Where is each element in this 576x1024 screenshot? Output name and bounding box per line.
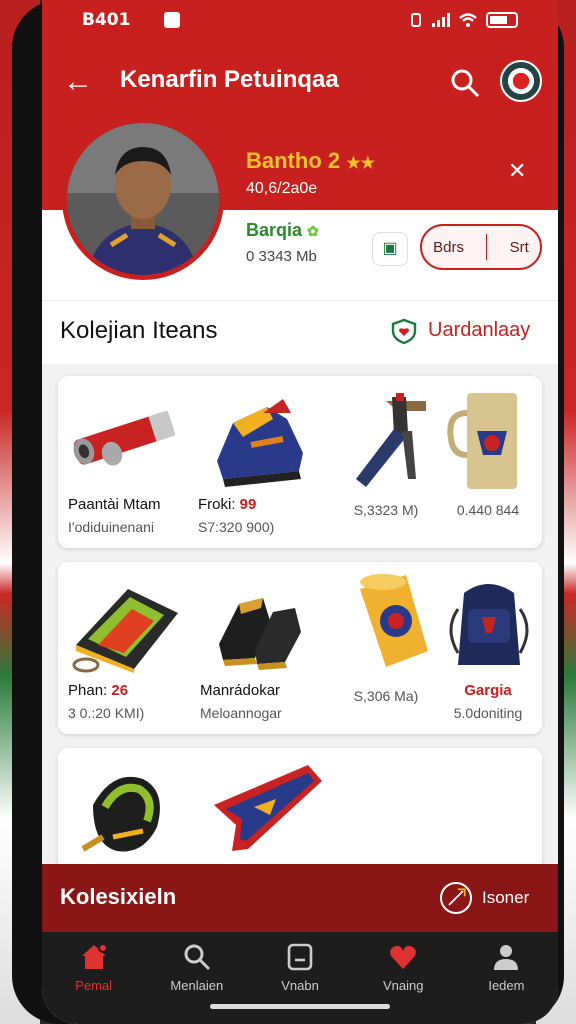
backpack-icon	[449, 584, 529, 665]
item-name-text: Phan:	[68, 682, 112, 699]
vibrate-icon	[411, 13, 421, 27]
pill-left-label[interactable]: Bdrs	[433, 239, 464, 256]
player-subtitle: 40,6/2a0e	[246, 180, 318, 197]
nav-label: Vnabn	[281, 978, 319, 993]
collection-header: Kolejian Iteans Uardanlaay	[42, 300, 558, 364]
item-name: Froki: 99	[198, 496, 318, 513]
item-name: Phan: 26	[68, 682, 188, 699]
item-name: Manrádokar	[200, 682, 281, 699]
list-item[interactable]: Phan: 26 3 0.:20 KMI)	[68, 566, 188, 721]
collection-title: Kolejian Iteans	[60, 317, 218, 344]
wifi-icon	[459, 13, 477, 27]
item-sub: I'odiduinenani	[68, 519, 154, 535]
collection-banner[interactable]: Kolesixieln Isoner	[42, 864, 558, 932]
status-bar: B401	[42, 0, 558, 40]
no-sign-icon	[440, 882, 472, 914]
list-item[interactable]: S,3323 M)	[326, 380, 446, 518]
user-avatar[interactable]	[500, 60, 542, 102]
team-badge-icon: ✿	[307, 223, 319, 239]
shoes-icon	[219, 598, 301, 670]
list-item[interactable]	[68, 752, 188, 868]
item-name-text: Froki:	[198, 496, 240, 513]
close-icon[interactable]: ✕	[508, 158, 526, 184]
glove-icon	[81, 776, 160, 852]
item-sub: 5.0doniting	[453, 705, 523, 721]
nav-item-profile[interactable]: Iedem	[455, 932, 558, 1024]
nav-item-tablet[interactable]: Vnabn	[248, 932, 351, 1024]
item-sub: Meloannogar	[200, 705, 282, 721]
item-sub: 0.440 844	[456, 502, 520, 518]
page-title: Kenarfin Petuinqaa	[120, 66, 339, 93]
collection-link[interactable]: Uardanlaay	[428, 319, 530, 342]
item-name: Paantài Mtam	[68, 496, 161, 513]
pill-right-label[interactable]: Srt	[510, 239, 529, 256]
item-card-row-1: Paantài Mtam I'odiduinenani Froki: 99 S7…	[58, 376, 542, 548]
notification-icon	[164, 12, 181, 28]
mug-icon	[447, 393, 517, 489]
save-icon-button[interactable]: ▣	[372, 232, 408, 266]
search-icon[interactable]	[448, 66, 482, 100]
item-sub: S7:320 900)	[198, 519, 275, 535]
back-arrow-icon[interactable]: ←	[60, 64, 96, 100]
home-icon	[81, 943, 108, 969]
player-name: Bantho 2 ★★	[246, 148, 375, 174]
player-name-text: Bantho 2	[246, 148, 341, 173]
scarf-icon	[214, 765, 322, 851]
heart-icon	[390, 945, 417, 969]
tablet-icon	[287, 943, 313, 971]
list-item[interactable]: Froki: 99 S7:320 900)	[198, 380, 318, 535]
item-sub: S,3323 M)	[353, 502, 419, 518]
team-name: Barqia ✿	[246, 220, 319, 241]
item-name-accent: 26	[111, 682, 129, 699]
torch-icon	[356, 393, 426, 487]
bag-icon	[72, 589, 178, 673]
cup-icon	[360, 574, 428, 667]
pill-divider	[486, 234, 488, 260]
screen: B401 ← Kenarfin Petuinqaa Bantho 2 ★★ 40…	[42, 0, 558, 1024]
banner-title: Kolesixieln	[60, 884, 177, 909]
bat-icon	[73, 410, 176, 466]
item-sub: S,306 Ma)	[353, 688, 419, 704]
item-name-accent: 99	[239, 496, 257, 513]
player-avatar	[62, 118, 224, 280]
team-subtitle: 0 3343 Mb	[246, 248, 317, 265]
status-time: B401	[82, 10, 131, 30]
nav-item-home[interactable]: Pemal	[42, 932, 145, 1024]
nav-label: Vnaing	[382, 978, 424, 993]
nav-label: Iedem	[488, 978, 525, 993]
team-name-text: Barqia	[246, 220, 303, 240]
list-item[interactable]: 0.440 844	[438, 380, 538, 518]
item-name: Gargia	[438, 682, 538, 699]
nav-label: Menlaien	[170, 978, 224, 993]
bottom-nav: Pemal Menlaien Vnabn Vnaing Iedem	[42, 932, 558, 1024]
item-card-row-3	[58, 748, 542, 878]
person-icon	[494, 945, 519, 970]
banner-link[interactable]: Isoner	[482, 888, 529, 908]
list-item[interactable]: S,306 Ma)	[326, 566, 446, 704]
list-item[interactable]	[208, 752, 328, 868]
battery-icon	[486, 12, 518, 28]
item-name-accent: Gargia	[464, 682, 512, 699]
action-pill[interactable]: Bdrs Srt	[420, 224, 542, 270]
list-item[interactable]: Manrádokar Meloannogar	[200, 566, 320, 721]
nav-label: Pemal	[75, 978, 113, 993]
list-item[interactable]: Paantài Mtam I'odiduinenani	[68, 380, 188, 535]
search-icon	[184, 944, 210, 971]
player-stars: ★★	[346, 155, 375, 172]
phone-frame: B401 ← Kenarfin Petuinqaa Bantho 2 ★★ 40…	[12, 0, 564, 1024]
item-card-row-2: Phan: 26 3 0.:20 KMI) Manrádokar Meloann…	[58, 562, 542, 734]
heart-shield-icon	[391, 318, 417, 345]
home-indicator[interactable]	[210, 1004, 390, 1009]
signal-icon	[432, 13, 450, 27]
nav-item-search[interactable]: Menlaien	[145, 932, 248, 1024]
list-item[interactable]: Gargia 5.0doniting	[438, 566, 538, 721]
item-sub: 3 0.:20 KMI)	[68, 705, 145, 721]
nav-item-favorites[interactable]: Vnaing	[352, 932, 455, 1024]
boot-icon	[217, 399, 303, 487]
